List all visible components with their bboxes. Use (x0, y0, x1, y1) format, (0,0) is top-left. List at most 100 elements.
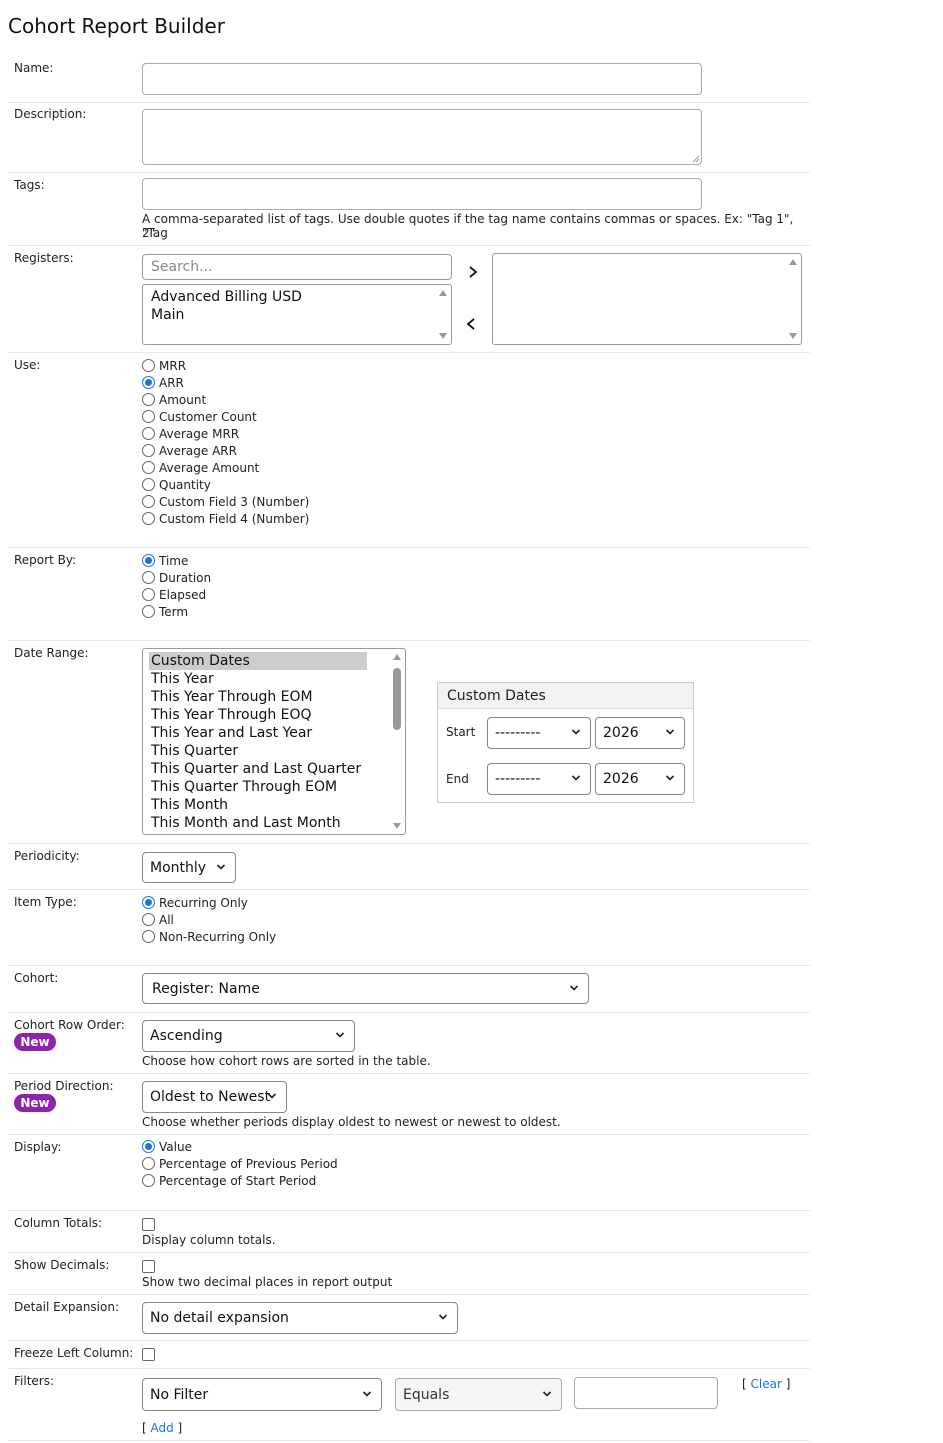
radio-button[interactable] (142, 495, 155, 508)
periodicity-select[interactable]: Monthly (142, 852, 236, 883)
radio-button-selected[interactable] (142, 554, 155, 567)
use-option-quantity[interactable]: Quantity (142, 476, 211, 493)
list-item[interactable]: This Month and Last Month (151, 815, 341, 831)
chevron-left-icon[interactable] (464, 317, 478, 331)
chevron-right-icon[interactable] (466, 265, 480, 279)
radio-button[interactable] (142, 410, 155, 423)
registers-search-input[interactable]: Search... (142, 254, 452, 280)
add-filter-control: [ Add ] (142, 1421, 183, 1435)
filter-field-select[interactable]: No Filter (142, 1378, 382, 1411)
radio-label: Amount (159, 392, 207, 407)
display-label: Display: (14, 1140, 62, 1154)
scroll-thumb[interactable] (393, 668, 401, 730)
radio-button[interactable] (142, 588, 155, 601)
scroll-down-icon[interactable] (393, 823, 401, 829)
tags-help-text-continued: 2". (142, 226, 159, 240)
radio-label: ARR (159, 375, 184, 390)
radio-button[interactable] (142, 1157, 155, 1170)
use-option-arr[interactable]: ARR (142, 374, 184, 391)
filter-value-input[interactable] (574, 1377, 718, 1409)
display-option-percentage-of-start-period[interactable]: Percentage of Start Period (142, 1172, 316, 1189)
list-item[interactable]: This Year Through EOQ (151, 707, 312, 723)
resize-handle-icon[interactable] (692, 155, 700, 163)
radio-button[interactable] (142, 427, 155, 440)
radio-button[interactable] (142, 461, 155, 474)
divider (8, 843, 810, 844)
end-year-select[interactable]: 2026 (595, 763, 685, 795)
list-item[interactable]: This Month (151, 797, 228, 813)
radio-button[interactable] (142, 913, 155, 926)
scroll-up-icon[interactable] (439, 290, 447, 296)
display-option-percentage-of-previous-period[interactable]: Percentage of Previous Period (142, 1155, 338, 1172)
list-item[interactable]: Main (151, 307, 184, 323)
list-item[interactable]: Custom Dates (151, 653, 250, 669)
radio-button[interactable] (142, 930, 155, 943)
freeze-left-column-checkbox[interactable] (142, 1348, 155, 1361)
report-by-option-time[interactable]: Time (142, 552, 188, 569)
report-by-option-duration[interactable]: Duration (142, 569, 211, 586)
use-option-amount[interactable]: Amount (142, 391, 206, 408)
radio-button[interactable] (142, 512, 155, 525)
list-item[interactable]: This Year (151, 671, 214, 687)
list-item[interactable]: Advanced Billing USD (151, 289, 302, 305)
detail-expansion-select[interactable]: No detail expansion (142, 1302, 458, 1334)
registers-available-list[interactable]: Advanced Billing USD Main (142, 284, 452, 345)
select-value: Ascending (150, 1028, 223, 1044)
add-filter-link[interactable]: Add (151, 1421, 174, 1435)
clear-filter-link[interactable]: Clear (751, 1377, 782, 1391)
radio-button-selected[interactable] (142, 896, 155, 909)
scroll-down-icon[interactable] (789, 333, 797, 339)
radio-label: Non-Recurring Only (159, 929, 277, 944)
select-value: Oldest to Newest (150, 1089, 271, 1105)
use-option-average-amount[interactable]: Average Amount (142, 459, 259, 476)
use-option-average-arr[interactable]: Average ARR (142, 442, 237, 459)
radio-button[interactable] (142, 571, 155, 584)
radio-button[interactable] (142, 359, 155, 372)
radio-button-selected[interactable] (142, 376, 155, 389)
tags-input[interactable] (142, 178, 702, 210)
display-option-value[interactable]: Value (142, 1138, 192, 1155)
date-range-list[interactable]: Custom Dates This Year This Year Through… (142, 648, 406, 835)
use-option-custom-field-4[interactable]: Custom Field 4 (Number) (142, 510, 309, 527)
description-textarea[interactable] (142, 109, 702, 165)
start-month-select[interactable]: --------- (487, 717, 591, 749)
name-input[interactable] (142, 63, 702, 95)
radio-button[interactable] (142, 478, 155, 491)
scroll-up-icon[interactable] (393, 654, 401, 660)
radio-button[interactable] (142, 1174, 155, 1187)
scrollbar[interactable] (436, 286, 450, 343)
scrollbar[interactable] (390, 650, 404, 833)
scroll-down-icon[interactable] (439, 333, 447, 339)
cohort-select[interactable]: Register: Name (142, 973, 589, 1004)
use-option-custom-field-3[interactable]: Custom Field 3 (Number) (142, 493, 309, 510)
list-item[interactable]: This Quarter Through EOM (151, 779, 337, 795)
list-item[interactable]: This Quarter (151, 743, 238, 759)
item-type-option-recurring-only[interactable]: Recurring Only (142, 894, 248, 911)
registers-selected-list[interactable] (492, 253, 802, 345)
item-type-option-non-recurring-only[interactable]: Non-Recurring Only (142, 928, 276, 945)
use-option-mrr[interactable]: MRR (142, 357, 186, 374)
end-month-select[interactable]: --------- (487, 763, 591, 795)
report-by-option-term[interactable]: Term (142, 603, 188, 620)
column-totals-checkbox[interactable] (142, 1218, 155, 1231)
item-type-option-all[interactable]: All (142, 911, 174, 928)
radio-button[interactable] (142, 393, 155, 406)
radio-button[interactable] (142, 605, 155, 618)
cohort-row-order-select[interactable]: Ascending (142, 1020, 355, 1052)
scrollbar[interactable] (786, 255, 800, 343)
use-option-average-mrr[interactable]: Average MRR (142, 425, 239, 442)
report-by-option-elapsed[interactable]: Elapsed (142, 586, 206, 603)
scroll-up-icon[interactable] (789, 259, 797, 265)
list-item[interactable]: This Quarter and Last Quarter (151, 761, 361, 777)
list-item[interactable]: This Year and Last Year (151, 725, 312, 741)
radio-label: Quantity (159, 477, 211, 492)
list-item[interactable]: This Year Through EOM (151, 689, 313, 705)
show-decimals-checkbox[interactable] (142, 1260, 155, 1273)
period-direction-select[interactable]: Oldest to Newest (142, 1081, 287, 1113)
filter-operator-select[interactable]: Equals (395, 1378, 562, 1411)
freeze-left-column-label: Freeze Left Column: (14, 1346, 134, 1360)
start-year-select[interactable]: 2026 (595, 717, 685, 749)
radio-button-selected[interactable] (142, 1140, 155, 1153)
radio-button[interactable] (142, 444, 155, 457)
use-option-customer-count[interactable]: Customer Count (142, 408, 257, 425)
